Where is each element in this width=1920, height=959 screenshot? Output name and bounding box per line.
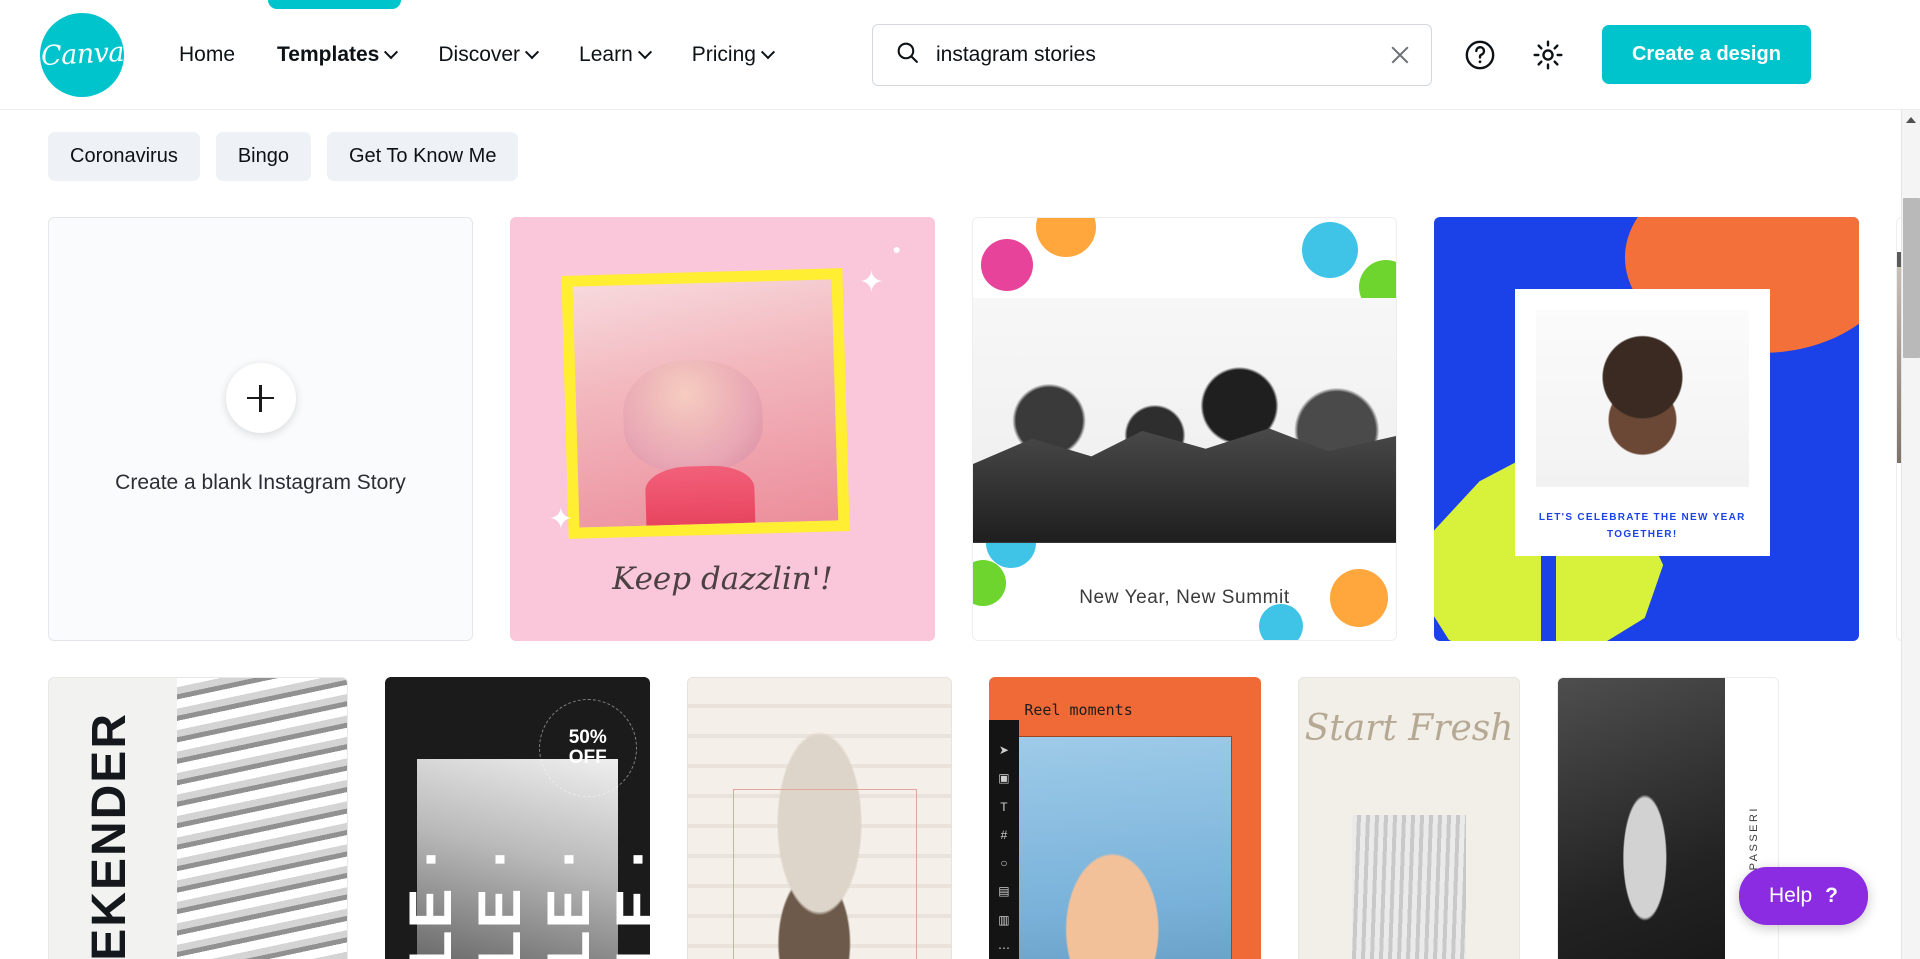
nav-label: Discover <box>438 42 521 66</box>
circle-icon[interactable]: ○ <box>1000 857 1007 869</box>
nav-item-templates[interactable]: Templates <box>256 33 417 77</box>
template-card-style-50-off[interactable]: STYLE · STYLE · STYLE · STYLE · 50% OFF <box>385 677 650 959</box>
top-navigation-bar: Canva Home Templates Discover Learn Pric… <box>0 0 1920 110</box>
template-photo <box>1017 736 1233 959</box>
template-grid-row-1: Create a blank Instagram Story ✦ ✦ ● Kee… <box>48 217 1920 641</box>
filter-chip-row: Coronavirus Bingo Get To Know Me <box>48 110 1920 181</box>
template-caption: PASSERI <box>1748 806 1761 871</box>
upload-icon[interactable]: ▥ <box>998 914 1009 926</box>
filter-chip-get-to-know-me[interactable]: Get To Know Me <box>326 132 519 181</box>
template-caption: Reel moments <box>1024 700 1133 719</box>
chevron-down-icon <box>760 44 776 59</box>
template-photo <box>973 298 1396 543</box>
template-photo-frame: LET'S CELEBRATE THE NEW YEAR TOGETHER! <box>1514 289 1770 557</box>
help-circle-button[interactable] <box>1460 35 1500 75</box>
main-nav: Home Templates Discover Learn Pricing <box>158 33 794 77</box>
discount-badge: 50% OFF <box>538 698 637 797</box>
sparkle-icon: ✦ <box>858 265 884 299</box>
template-grid-row-2: WEEKENDER + STYLE · STYLE · STYLE · STYL… <box>48 677 1920 959</box>
badge-ring <box>538 698 637 797</box>
nav-label: Learn <box>579 42 633 66</box>
plus-icon <box>225 363 296 433</box>
scroll-up-arrow[interactable] <box>1902 110 1920 129</box>
nav-item-home[interactable]: Home <box>158 33 256 77</box>
nav-label: Pricing <box>691 42 756 66</box>
vertical-scrollbar[interactable] <box>1901 110 1920 959</box>
logo-text: Canva <box>39 36 125 73</box>
confetti-dot <box>981 239 1034 292</box>
template-card-lets-celebrate[interactable]: LET'S CELEBRATE THE NEW YEAR TOGETHER! <box>1434 217 1859 641</box>
template-card-reel-moments[interactable]: Reel moments ➤ ▣ T # ○ ▤ ▥ ⋯ <box>989 677 1261 959</box>
blank-card-label: Create a blank Instagram Story <box>115 471 406 494</box>
sparkle-icon: ✦ <box>548 503 574 536</box>
scrollbar-thumb[interactable] <box>1903 198 1920 358</box>
nav-item-learn[interactable]: Learn <box>558 33 671 77</box>
gear-icon[interactable] <box>1528 35 1568 75</box>
template-card-weekender[interactable]: WEEKENDER + <box>48 677 348 959</box>
template-photo <box>1536 310 1749 488</box>
text-icon[interactable]: T <box>1000 801 1007 813</box>
template-card-new-year-new-summit[interactable]: New Year, New Summit <box>972 217 1397 641</box>
template-caption: LET'S CELEBRATE THE NEW YEAR TOGETHER! <box>1538 511 1746 540</box>
help-label: Help <box>1768 884 1813 907</box>
template-card-hat-portrait[interactable] <box>687 677 952 959</box>
template-caption: WEEKENDER <box>82 712 136 959</box>
template-card-start-fresh[interactable]: Start Fresh <box>1298 677 1520 959</box>
close-icon[interactable] <box>1387 42 1413 68</box>
frame-icon[interactable]: ▣ <box>998 772 1009 784</box>
template-card-passeri[interactable]: PASSERI <box>1557 677 1779 959</box>
canva-logo[interactable]: Canva <box>39 12 125 97</box>
chevron-down-icon <box>637 44 652 59</box>
chevron-down-icon <box>384 44 399 59</box>
sparkle-icon: ● <box>892 241 901 258</box>
question-mark-icon: ? <box>1825 884 1838 907</box>
template-caption: Keep dazzlin'! <box>612 561 833 597</box>
cursor-icon[interactable]: ➤ <box>999 744 1009 756</box>
chevron-down-icon <box>524 44 540 59</box>
image-icon[interactable]: ▤ <box>998 885 1009 897</box>
nav-item-pricing[interactable]: Pricing <box>671 33 794 77</box>
create-blank-instagram-story-card[interactable]: Create a blank Instagram Story <box>48 217 473 641</box>
filter-chip-bingo[interactable]: Bingo <box>215 132 311 181</box>
create-a-design-button[interactable]: Create a design <box>1601 25 1811 84</box>
confetti-dot <box>1258 604 1303 640</box>
help-button[interactable]: Help ? <box>1738 867 1868 925</box>
templates-content-area: Coronavirus Bingo Get To Know Me Create … <box>0 110 1920 959</box>
template-photo <box>177 678 347 959</box>
nav-item-discover[interactable]: Discover <box>417 33 558 77</box>
template-caption: Start Fresh <box>1304 707 1514 749</box>
active-tab-indicator <box>268 0 401 9</box>
template-caption: New Year, New Summit <box>1079 587 1290 608</box>
yellow-frame <box>561 268 850 539</box>
confetti-dot <box>1301 222 1358 279</box>
decorative-frame <box>732 789 917 959</box>
template-card-keep-dazzlin[interactable]: ✦ ✦ ● Keep dazzlin'! <box>510 217 935 641</box>
template-photo <box>1558 678 1726 959</box>
search-bar[interactable] <box>871 23 1432 86</box>
grid-icon[interactable]: # <box>1001 829 1008 841</box>
search-input[interactable] <box>935 42 1387 67</box>
filter-chip-coronavirus[interactable]: Coronavirus <box>48 132 200 181</box>
editor-toolbar: ➤ ▣ T # ○ ▤ ▥ ⋯ <box>989 720 1019 959</box>
nav-label: Home <box>179 42 236 66</box>
nav-label: Templates <box>277 42 380 66</box>
more-icon[interactable]: ⋯ <box>998 942 1010 954</box>
confetti-dot <box>1036 218 1097 257</box>
search-icon <box>895 40 920 70</box>
template-photo <box>1351 814 1467 959</box>
